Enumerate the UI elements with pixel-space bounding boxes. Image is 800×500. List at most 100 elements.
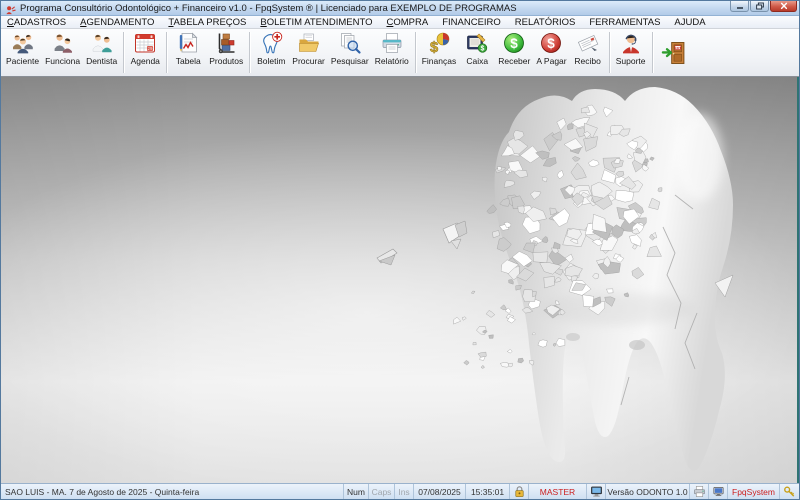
toolbar-group: Tabela Produtos <box>170 29 246 76</box>
price-table-icon <box>176 31 200 55</box>
toolbar-button-label: Pesquisar <box>331 56 369 66</box>
app-icon <box>5 3 16 14</box>
menu-item-boletim-atendimento[interactable]: BOLETIM ATENDIMENTO <box>260 17 372 28</box>
svg-text:$: $ <box>511 36 519 51</box>
status-panel-caps-lock: Caps <box>369 484 395 499</box>
toolbar-button-paciente[interactable]: Paciente <box>3 29 42 76</box>
status-panel-insert: Ins <box>395 484 414 499</box>
toolbar-button-recibo[interactable]: Recibo <box>570 29 606 76</box>
status-panel-keys <box>780 484 799 499</box>
toolbar-button-produtos[interactable]: Produtos <box>206 29 246 76</box>
menu-item-compra[interactable]: COMPRA <box>386 17 428 28</box>
toolbar-separator <box>249 32 250 73</box>
cashbook-icon: $ <box>465 31 489 55</box>
toolbar-button-label: Produtos <box>209 56 243 66</box>
toolbar-button-label: A Pagar <box>536 56 566 66</box>
report-icon <box>380 31 404 55</box>
toolbar-group: PacienteFuncionaDentista <box>3 29 120 76</box>
toolbar-button-exit[interactable]: EXIT <box>656 29 692 76</box>
toolbar-group: EXIT <box>656 29 692 76</box>
staff-icon <box>51 31 75 55</box>
status-panel-computer <box>587 484 606 499</box>
menu-item-tabela-precos[interactable]: TABELA PREÇOS <box>168 17 246 28</box>
menubar: CADASTROS AGENDAMENTO TABELA PREÇOS BOLETIM… <box>1 16 799 29</box>
toolbar-button-label: Boletim <box>257 56 285 66</box>
menu-item-agendamento[interactable]: AGENDAMENTO <box>80 17 154 28</box>
toolbar-group: $Finanças$Caixa$Receber$A PagarRecibo <box>419 29 606 76</box>
status-panel-time: 15:35:01 <box>466 484 510 499</box>
minimize-icon[interactable] <box>730 1 749 12</box>
menu-item-financeiro[interactable]: FINANCEIRO <box>442 17 501 28</box>
client-area <box>1 77 799 483</box>
status-panel-user: MASTER <box>529 484 587 499</box>
open-folder-icon <box>297 31 321 55</box>
key-small-icon <box>783 485 796 498</box>
toolbar-button-financas[interactable]: $Finanças <box>419 29 460 76</box>
restore-icon[interactable] <box>750 1 769 12</box>
status-panel-date: 07/08/2025 <box>414 484 466 499</box>
menu-item-cadastros[interactable]: CADASTROS <box>7 17 66 28</box>
toolbar-button-label: Paciente <box>6 56 39 66</box>
toolbar-button-agenda[interactable]: 29 Agenda <box>127 29 163 76</box>
status-panel-location-date: SAO LUIS - MA. 7 de Agosto de 2025 - Qui… <box>1 484 344 499</box>
menu-item-ferramentas[interactable]: FERRAMENTAS <box>589 17 660 28</box>
search-docs-icon <box>338 31 362 55</box>
toolbar-button-suporte[interactable]: Suporte <box>613 29 649 76</box>
svg-text:$: $ <box>548 36 556 51</box>
toolbar-button-label: Agenda <box>131 56 160 66</box>
toolbar-button-label: Procurar <box>292 56 325 66</box>
finance-pie-icon: $ <box>427 31 451 55</box>
toolbar-button-label: Suporte <box>616 56 646 66</box>
toolbar-button-label: Tabela <box>176 56 201 66</box>
window-controls <box>730 1 797 12</box>
toolbar: PacienteFuncionaDentista 29 Agenda Tabela Pr… <box>1 29 799 77</box>
tooth-cross-icon <box>259 31 283 55</box>
exit-door-icon: EXIT <box>660 39 688 67</box>
toolbar-separator <box>166 32 167 73</box>
menu-item-relatorios[interactable]: RELATÓRIOS <box>515 17 576 28</box>
toolbar-button-label: Finanças <box>422 56 457 66</box>
toolbar-separator <box>652 32 653 73</box>
printer-small-icon <box>693 485 706 498</box>
toolbar-group: Suporte <box>613 29 649 76</box>
coin-red-icon: $ <box>539 31 563 55</box>
svg-text:29: 29 <box>148 46 153 51</box>
status-panel-num-lock: Num <box>344 484 369 499</box>
toolbar-button-caixa[interactable]: $Caixa <box>459 29 495 76</box>
toolbar-button-dentista[interactable]: Dentista <box>83 29 120 76</box>
toolbar-separator <box>123 32 124 73</box>
shattered-tooth-image <box>367 77 797 483</box>
support-icon <box>619 31 643 55</box>
toolbar-button-a-pagar[interactable]: $ A Pagar <box>533 29 569 76</box>
toolbar-button-tabela[interactable]: Tabela <box>170 29 206 76</box>
toolbar-button-label: Recibo <box>574 56 600 66</box>
titlebar: Programa Consultório Odontológico + Fina… <box>1 1 799 16</box>
status-panel-printer <box>690 484 709 499</box>
close-icon[interactable] <box>770 1 797 12</box>
coin-green-icon: $ <box>502 31 526 55</box>
status-panel-monitor <box>709 484 728 499</box>
status-panel-brand: FpqSystem <box>728 484 780 499</box>
svg-text:$: $ <box>481 46 485 53</box>
menu-item-ajuda[interactable]: AJUDA <box>674 17 705 28</box>
application-window: Programa Consultório Odontológico + Fina… <box>0 0 800 500</box>
toolbar-button-boletim[interactable]: Boletim <box>253 29 289 76</box>
toolbar-button-funciona[interactable]: Funciona <box>42 29 83 76</box>
toolbar-button-label: Relatório <box>375 56 409 66</box>
calendar-icon: 29 <box>133 31 157 55</box>
distant-shards <box>377 221 467 265</box>
window-title: Programa Consultório Odontológico + Fina… <box>20 3 517 14</box>
toolbar-separator <box>415 32 416 73</box>
dentists-icon <box>90 31 114 55</box>
toolbar-button-receber[interactable]: $Receber <box>495 29 533 76</box>
toolbar-group: 29 Agenda <box>127 29 163 76</box>
patients-icon <box>11 31 35 55</box>
receipt-icon <box>576 31 600 55</box>
toolbar-button-procurar[interactable]: Procurar <box>289 29 328 76</box>
svg-text:$: $ <box>430 39 439 55</box>
toolbar-group: Boletim Procurar Pesquisar Relatório <box>253 29 411 76</box>
toolbar-button-relatorio[interactable]: Relatório <box>372 29 412 76</box>
toolbar-button-pesquisar[interactable]: Pesquisar <box>328 29 372 76</box>
lock-small-icon <box>513 485 526 498</box>
statusbar: SAO LUIS - MA. 7 de Agosto de 2025 - Qui… <box>1 483 799 499</box>
